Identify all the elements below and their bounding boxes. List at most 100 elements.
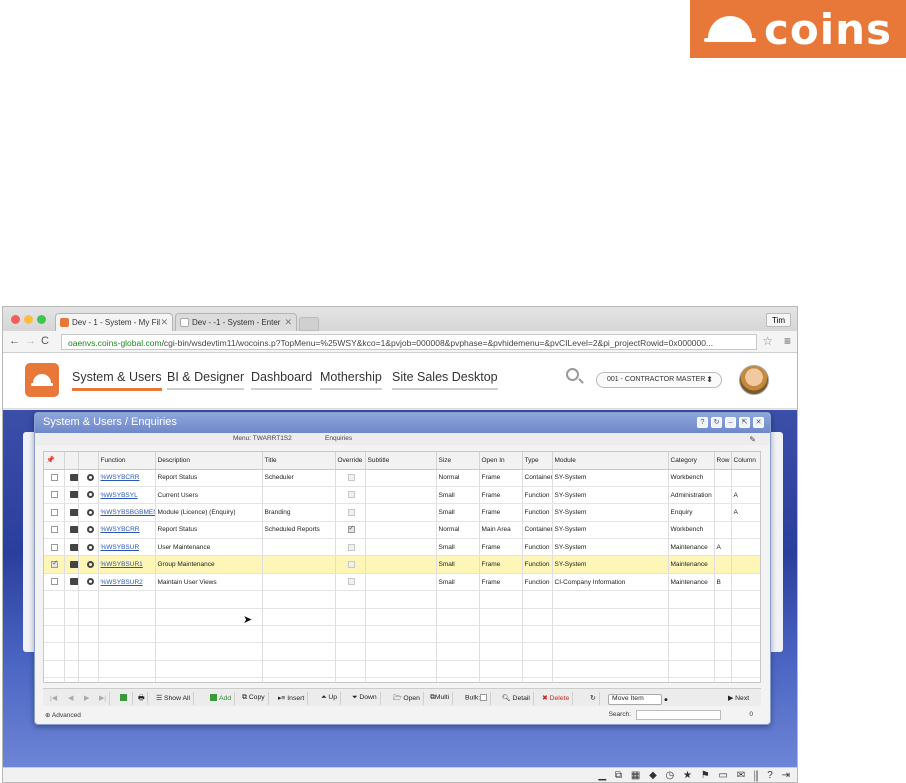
function-link-text[interactable]: %WSYBSUR2 — [101, 579, 143, 586]
close-window-icon[interactable] — [11, 315, 20, 324]
function-link-text[interactable]: %WSYBSUR — [101, 544, 140, 551]
folder-icon[interactable] — [69, 491, 77, 499]
folder-icon[interactable] — [69, 526, 77, 534]
column-header-open-in[interactable]: Open In — [479, 452, 523, 470]
next-button[interactable]: ▶ Next — [725, 692, 752, 705]
minimize-window-icon[interactable] — [24, 315, 33, 324]
folder-icon[interactable] — [69, 508, 77, 516]
function-link[interactable]: %WSYBSUR — [98, 538, 156, 557]
column-header-description[interactable]: Description — [155, 452, 263, 470]
folder-icon[interactable] — [69, 561, 77, 569]
override-checkbox[interactable] — [347, 508, 355, 516]
function-link[interactable]: %WSYBSBGBMEN — [98, 503, 156, 522]
view-detail-icon[interactable] — [86, 508, 94, 516]
browser-tab[interactable]: Dev - -1 - System - Enter ✕ — [175, 313, 297, 331]
maximize-window-icon[interactable] — [37, 315, 46, 324]
column-header-function[interactable]: Function — [98, 452, 156, 470]
column-header-override[interactable]: Override — [335, 452, 366, 470]
row-select-checkbox[interactable] — [51, 508, 59, 516]
nav-dashboard[interactable]: Dashboard — [251, 370, 313, 390]
column-header-type[interactable]: Type — [522, 452, 553, 470]
view-detail-icon[interactable] — [86, 578, 94, 586]
export-excel-button[interactable] — [117, 692, 133, 705]
view-detail-icon[interactable] — [86, 561, 94, 569]
show-all-button[interactable]: ☰ Show All — [153, 692, 195, 705]
nav-site-sales-desktop[interactable]: Site Sales Desktop — [392, 370, 498, 390]
column-header-category[interactable]: Category — [668, 452, 715, 470]
bulk-checkbox[interactable] — [480, 694, 488, 701]
override-checkbox[interactable] — [347, 561, 355, 569]
function-link-text[interactable]: %WSYBCRR — [101, 526, 140, 533]
prev-page-icon[interactable]: ◀ — [65, 692, 76, 705]
table-row[interactable]: %WSYBSUR2 Maintain User Views Small Frame Fu… — [44, 573, 760, 592]
row-select-checkbox[interactable] — [51, 491, 59, 499]
override-checkbox[interactable] — [347, 543, 355, 551]
folder-icon[interactable] — [69, 578, 77, 586]
browser-user[interactable]: Tim — [765, 313, 791, 327]
help-icon[interactable]: ? — [697, 417, 708, 428]
view-detail-icon[interactable] — [86, 491, 94, 499]
close-icon[interactable]: ✕ — [753, 417, 764, 428]
function-link[interactable]: %WSYBSUR1 — [98, 555, 156, 574]
avatar[interactable] — [739, 365, 769, 395]
popout-icon[interactable]: ⇱ — [739, 417, 750, 428]
column-header-size[interactable]: Size — [436, 452, 480, 470]
refresh-icon[interactable]: ↻ — [711, 417, 722, 428]
table-row[interactable]: %WSYBSUR User Maintenance Small Frame Functi… — [44, 538, 760, 557]
row-select-checkbox[interactable] — [51, 559, 59, 569]
refresh-grid-button[interactable]: ↻ — [587, 692, 600, 705]
search-icon[interactable] — [566, 368, 579, 381]
first-page-icon[interactable]: |◀ — [47, 692, 60, 705]
function-link-text[interactable]: %WSYBSBGBMEN — [101, 509, 155, 516]
bulk-toggle[interactable]: Bulk: — [462, 692, 492, 705]
url-field[interactable]: oaenvs.coins-global.com/cgi-bin/wsdevtim… — [61, 334, 757, 350]
browser-tab-active[interactable]: Dev - 1 - System - My Fil ✕ — [55, 313, 173, 331]
row-select-checkbox[interactable] — [51, 526, 59, 534]
view-detail-icon[interactable] — [86, 474, 94, 482]
table-row[interactable]: %WSYBCRR Report Status Scheduler Normal Fram… — [44, 469, 760, 487]
tab-close-icon[interactable]: ✕ — [284, 317, 292, 328]
edit-pencil-icon[interactable]: ✎ — [749, 435, 756, 444]
copy-button[interactable]: ⧉ Copy — [239, 692, 269, 705]
column-header-module[interactable]: Module — [552, 452, 669, 470]
folder-icon[interactable] — [69, 543, 77, 551]
function-link-text[interactable]: %WSYBCRR — [101, 474, 140, 481]
open-button[interactable]: 🗁 Open — [390, 692, 424, 705]
row-select-checkbox[interactable] — [51, 543, 59, 551]
override-checkbox[interactable] — [347, 474, 355, 482]
back-icon[interactable]: ← — [9, 335, 20, 347]
override-checkbox[interactable] — [347, 524, 355, 534]
delete-button[interactable]: ✖ Delete — [539, 692, 574, 705]
function-link[interactable]: %WSYBSUR2 — [98, 573, 156, 592]
print-button[interactable]: 🖶 — [135, 692, 149, 705]
move-item-select[interactable]: Move Item ● — [605, 692, 671, 705]
advanced-toggle[interactable]: ⊕ Advanced — [45, 711, 81, 719]
last-page-icon[interactable]: ▶| — [96, 692, 110, 705]
row-select-checkbox[interactable] — [51, 474, 59, 482]
browser-menu-icon[interactable]: ≡ — [784, 334, 791, 348]
pin-column-header[interactable]: 📌 — [44, 452, 65, 470]
tab-close-icon[interactable]: ✕ — [160, 317, 168, 328]
nav-bi-designer[interactable]: BI & Designer — [167, 370, 245, 390]
nav-system-users[interactable]: System & Users — [72, 370, 162, 391]
function-link[interactable]: %WSYBCRR — [98, 469, 156, 487]
function-link-text[interactable]: %WSYBSUR1 — [101, 561, 143, 568]
bookmark-star-icon[interactable]: ☆ — [762, 334, 773, 348]
folder-icon[interactable] — [69, 474, 77, 482]
view-detail-icon[interactable] — [86, 543, 94, 551]
function-link[interactable]: %WSYBSYL — [98, 486, 156, 505]
view-detail-icon[interactable] — [86, 526, 94, 534]
reload-icon[interactable]: C — [41, 335, 49, 347]
table-row[interactable]: %WSYBSBGBMEN Module (Licence) (Enquiry) Br… — [44, 503, 760, 522]
minimize-icon[interactable]: – — [725, 417, 736, 428]
next-page-icon[interactable]: ▶ — [81, 692, 92, 705]
forward-icon[interactable]: → — [25, 335, 36, 347]
column-header-subtitle[interactable]: Subtitle — [365, 452, 437, 470]
detail-button[interactable]: 🔍︎ Detail — [499, 692, 534, 705]
column-header-row[interactable]: Row — [714, 452, 732, 470]
go-icon[interactable]: ● — [664, 696, 668, 703]
column-header-title[interactable]: Title — [262, 452, 336, 470]
function-link-text[interactable]: %WSYBSYL — [101, 492, 138, 499]
column-header-column[interactable]: Column — [731, 452, 760, 470]
new-tab-button[interactable] — [299, 317, 319, 331]
